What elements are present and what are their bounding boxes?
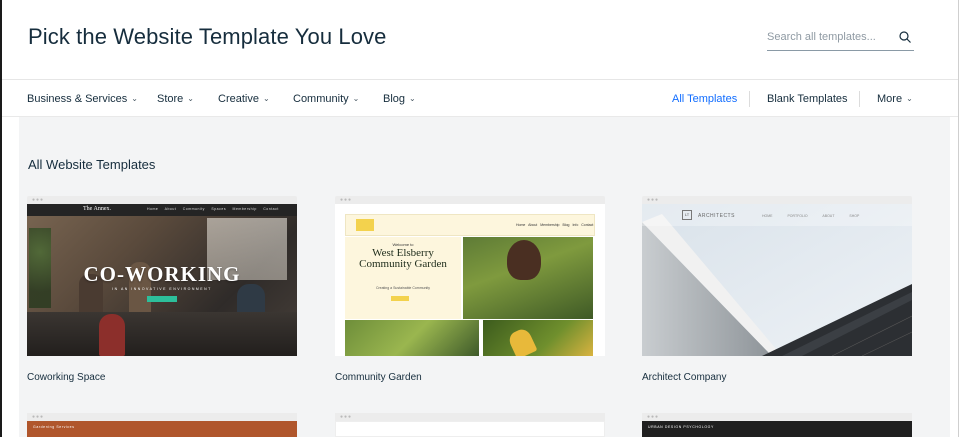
nav-divider [859, 91, 860, 107]
nav-business-services[interactable]: Business & Services ⌄ [27, 93, 138, 105]
template-card-peek[interactable]: ●●● URBAN DESIGN PSYCHOLOGY [642, 413, 912, 437]
preview-logo [356, 219, 374, 231]
search-box[interactable] [767, 25, 914, 51]
template-card-coworking[interactable]: ●●● The Annex. Home About Community Spac… [27, 196, 297, 383]
nav-more[interactable]: More ⌄ [877, 93, 913, 105]
preview-menu: Home About Membership Blog Info Contact [516, 223, 594, 227]
nav-blank-templates[interactable]: Blank Templates [767, 93, 848, 105]
template-name[interactable]: Architect Company [642, 372, 912, 383]
section-title: All Website Templates [28, 157, 156, 172]
chevron-down-icon: ⌄ [131, 94, 138, 103]
preview-logo: LT [682, 210, 692, 220]
browser-dots-icon: ●●● [340, 414, 353, 420]
template-name[interactable]: Coworking Space [27, 372, 297, 383]
templates-gallery: All Website Templates ●●● The Annex. Hom… [19, 117, 950, 437]
preview-photo-corn [483, 320, 593, 356]
chevron-down-icon: ⌄ [187, 94, 194, 103]
nav-divider [749, 91, 750, 107]
page-title: Pick the Website Template You Love [28, 24, 387, 49]
browser-bar: ●●● [642, 196, 912, 204]
preview-hero-text: West Elsberry Community Garden [359, 247, 447, 270]
template-card-community-garden[interactable]: ●●● Home About Membership Blog Info Cont… [335, 196, 605, 383]
preview-brand: Gardening Services [33, 425, 75, 429]
chevron-down-icon: ⌄ [352, 94, 360, 103]
browser-bar: ●●● [27, 413, 297, 421]
template-card-architect[interactable]: ●●● LT ARCHITECTS HOME PORTFOLIO ABOUT S… [642, 196, 912, 383]
preview-cta [391, 296, 409, 301]
search-input[interactable] [767, 25, 887, 49]
template-thumbnail[interactable]: The Annex. Home About Community Spaces M… [27, 204, 297, 356]
preview-brand: ARCHITECTS [698, 213, 735, 219]
template-thumbnail-strip[interactable]: URBAN DESIGN PSYCHOLOGY [642, 421, 912, 437]
nav-store[interactable]: Store ⌄ [157, 93, 194, 105]
browser-dots-icon: ●●● [647, 414, 660, 420]
page-header: Pick the Website Template You Love [2, 0, 958, 80]
browser-dots-icon: ●●● [32, 414, 45, 420]
preview-subtitle: Creating a Sustainable Community [375, 286, 431, 290]
browser-bar: ●●● [335, 413, 605, 421]
template-thumbnail[interactable]: Home About Membership Blog Info Contact … [335, 204, 605, 356]
preview-menu: HOME PORTFOLIO ABOUT SHOP [762, 214, 860, 218]
nav-creative[interactable]: Creative ⌄ [218, 93, 270, 105]
template-thumbnail-strip[interactable]: Gardening Services [27, 421, 297, 437]
template-thumbnail[interactable]: LT ARCHITECTS HOME PORTFOLIO ABOUT SHOP [642, 204, 912, 356]
browser-dots-icon: ●●● [32, 197, 45, 203]
nav-label: Business & Services [27, 93, 128, 105]
preview-subtitle: IN AN INNOVATIVE ENVIRONMENT [112, 287, 212, 291]
preview-hero-text: CO-WORKING [83, 262, 241, 286]
browser-dots-icon: ●●● [340, 197, 353, 203]
chevron-down-icon: ⌄ [409, 94, 416, 103]
browser-bar: ●●● [27, 196, 297, 204]
nav-label: More [877, 93, 903, 105]
child-figure [507, 240, 541, 280]
preview-photo-garden [345, 320, 479, 356]
building-illustration [642, 204, 912, 356]
nav-label: Creative [218, 93, 259, 105]
search-icon[interactable] [898, 30, 912, 44]
browser-bar: ●●● [642, 413, 912, 421]
category-nav: Business & Services ⌄ Store ⌄ Creative ⌄ Co… [2, 80, 958, 117]
nav-label: Community [293, 93, 349, 105]
nav-community[interactable]: Community ⌄ [293, 93, 359, 105]
person-figure [99, 314, 125, 356]
preview-brand: The Annex. [83, 206, 111, 212]
nav-label: Blog [383, 93, 406, 105]
preview-topbar: Home About Membership Blog Info Contact [345, 214, 595, 236]
browser-dots-icon: ●●● [647, 197, 660, 203]
preview-menu: Home About Community Spaces Membership C… [147, 207, 279, 211]
nav-label: Store [157, 93, 184, 105]
template-name[interactable]: Community Garden [335, 372, 605, 383]
window-right-border [958, 0, 959, 437]
chevron-down-icon: ⌄ [906, 94, 913, 103]
nav-all-templates[interactable]: All Templates [672, 93, 737, 105]
template-card-peek[interactable]: ●●● [335, 413, 605, 437]
nav-blog[interactable]: Blog ⌄ [383, 93, 416, 105]
browser-bar: ●●● [335, 196, 605, 204]
preview-brand: URBAN DESIGN PSYCHOLOGY [648, 425, 714, 429]
chevron-down-icon: ⌄ [262, 94, 270, 103]
template-card-peek[interactable]: ●●● Gardening Services [27, 413, 297, 437]
template-thumbnail-strip[interactable] [335, 421, 605, 437]
preview-cta [147, 296, 177, 302]
desk-area [27, 312, 297, 356]
